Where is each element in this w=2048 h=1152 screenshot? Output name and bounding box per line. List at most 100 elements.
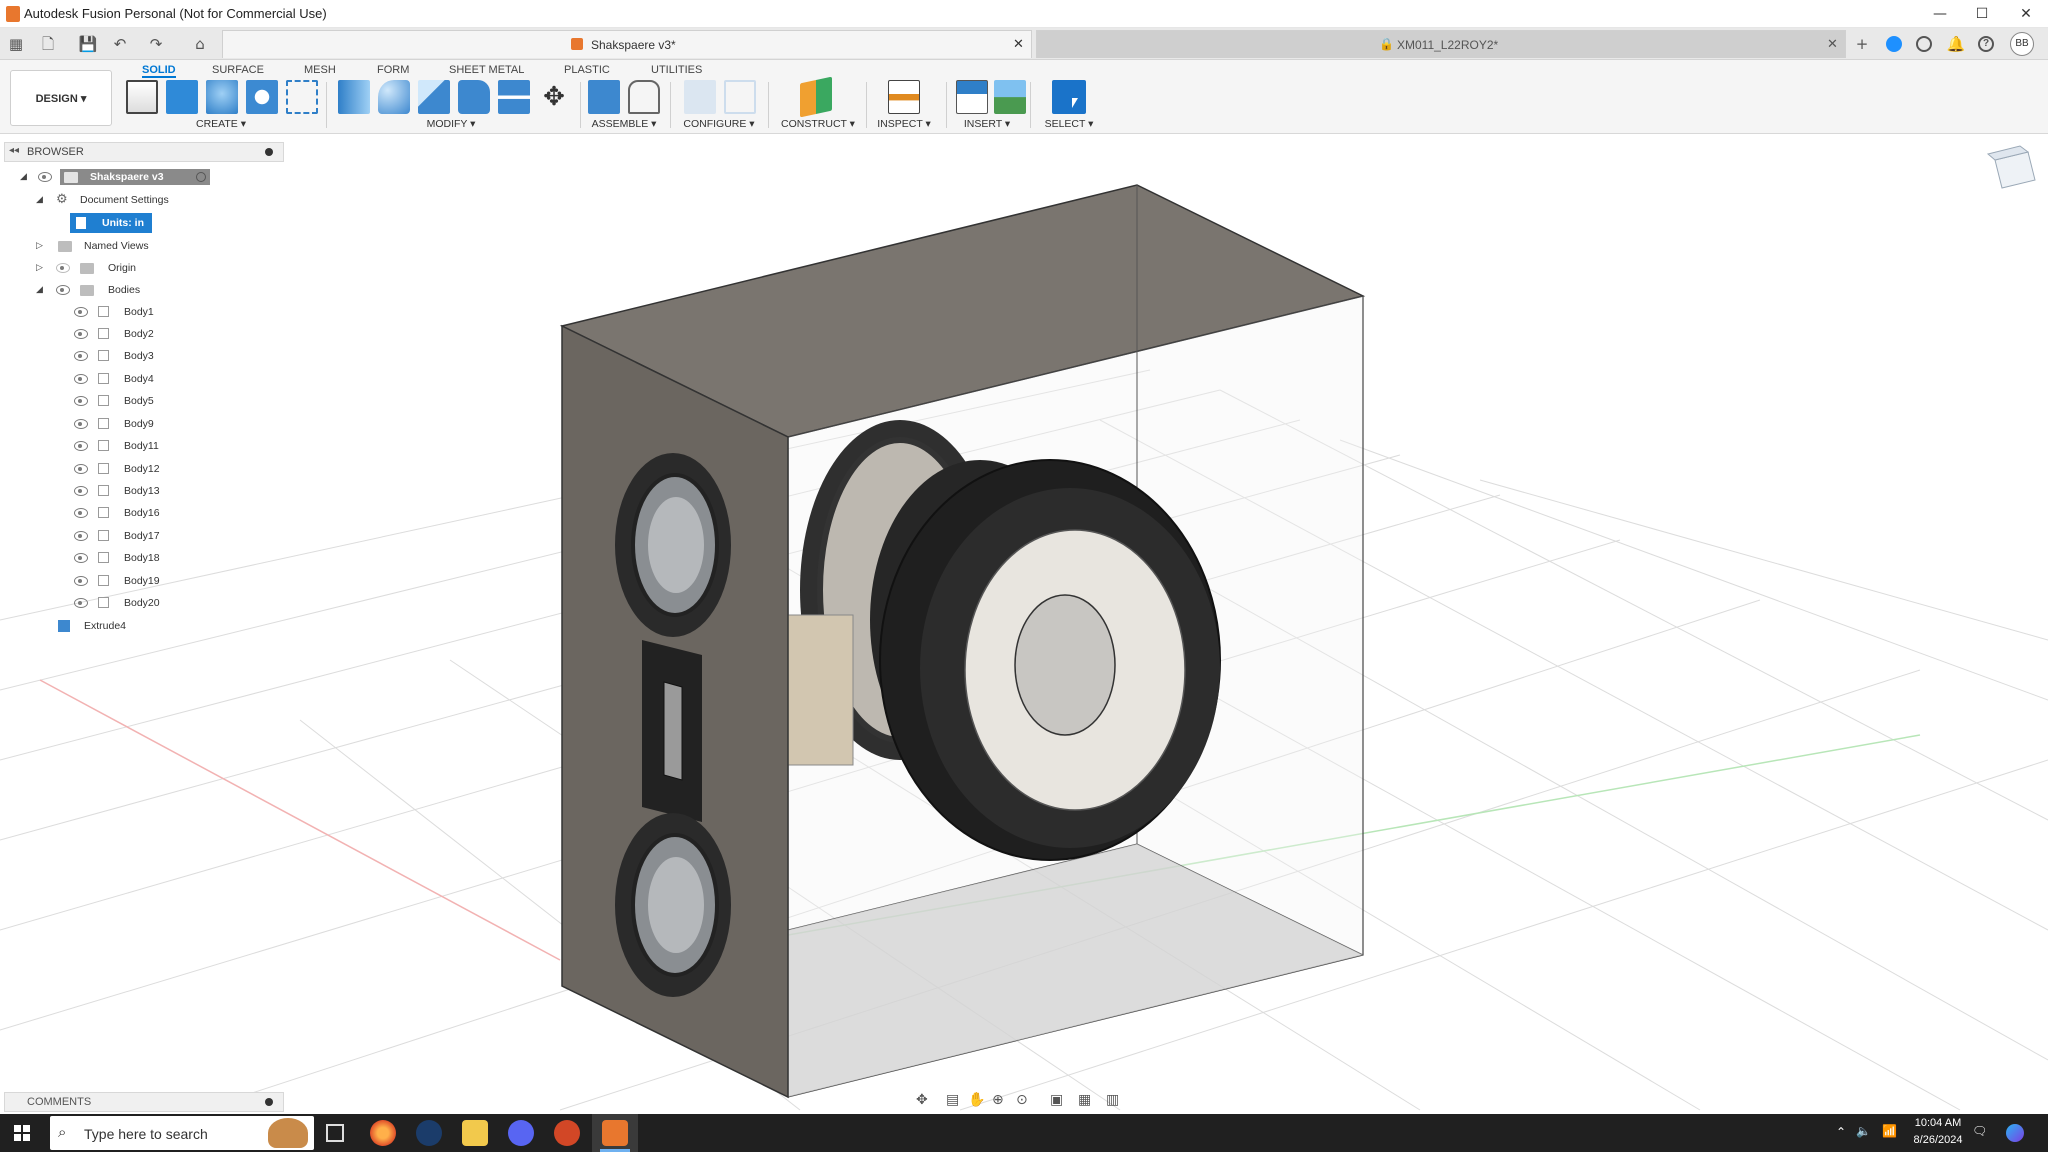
tab-surface[interactable]: SURFACE bbox=[212, 62, 264, 78]
task-view-icon[interactable] bbox=[326, 1124, 344, 1142]
close-tab-icon[interactable]: ✕ bbox=[1013, 36, 1024, 52]
hidden-eye-icon[interactable] bbox=[56, 263, 70, 273]
visibility-eye-icon[interactable] bbox=[74, 329, 88, 339]
browser-pin-icon[interactable] bbox=[265, 148, 273, 156]
tree-body-item[interactable]: Body12 bbox=[74, 459, 174, 479]
close-window-button[interactable]: ✕ bbox=[2012, 4, 2040, 24]
tree-body-item[interactable]: Body4 bbox=[74, 369, 174, 389]
workspace-switcher[interactable]: DESIGN ▾ bbox=[10, 70, 112, 126]
tree-units[interactable]: Units: in bbox=[70, 213, 152, 233]
pan-icon[interactable]: ✋ bbox=[968, 1092, 985, 1108]
tree-body-item[interactable]: Body3 bbox=[74, 346, 174, 366]
tree-named-views[interactable]: ▷ Named Views bbox=[36, 236, 166, 256]
visibility-eye-icon[interactable] bbox=[74, 351, 88, 361]
tree-body-item[interactable]: Body11 bbox=[74, 436, 174, 456]
visibility-eye-icon[interactable] bbox=[74, 464, 88, 474]
assemble-menu[interactable]: ASSEMBLE ▾ bbox=[584, 118, 664, 130]
visibility-eye-icon[interactable] bbox=[38, 172, 52, 182]
visibility-eye-icon[interactable] bbox=[56, 285, 70, 295]
collapsed-arrow-icon[interactable]: ▷ bbox=[36, 236, 43, 256]
jobs-icon[interactable] bbox=[1916, 36, 1932, 52]
clock-time[interactable]: 10:04 AM bbox=[1906, 1117, 1970, 1129]
fit-icon[interactable]: ⊙ bbox=[1016, 1092, 1028, 1108]
copilot-icon[interactable] bbox=[2006, 1124, 2024, 1142]
tree-body-item[interactable]: Body2 bbox=[74, 324, 174, 344]
close-tab-icon[interactable]: ✕ bbox=[1827, 36, 1838, 52]
visibility-eye-icon[interactable] bbox=[74, 374, 88, 384]
move-icon[interactable]: ✥ bbox=[538, 80, 570, 114]
viewports-icon[interactable]: ▥ bbox=[1106, 1092, 1119, 1108]
tree-document-settings[interactable]: ◢ ⚙ Document Settings bbox=[36, 190, 186, 210]
undo-icon[interactable]: ↶ bbox=[110, 34, 130, 54]
steam-icon[interactable] bbox=[416, 1120, 442, 1146]
visibility-eye-icon[interactable] bbox=[74, 419, 88, 429]
insert-derive-icon[interactable] bbox=[956, 80, 988, 114]
pattern-icon[interactable] bbox=[286, 80, 318, 114]
tree-body-item[interactable]: Body1 bbox=[74, 302, 174, 322]
select-icon[interactable] bbox=[1052, 80, 1086, 114]
comments-pin-icon[interactable] bbox=[265, 1098, 273, 1106]
tab-utilities[interactable]: UTILITIES bbox=[651, 62, 702, 78]
activate-radio-icon[interactable] bbox=[196, 172, 206, 182]
powerpoint-icon[interactable] bbox=[554, 1120, 580, 1146]
visibility-eye-icon[interactable] bbox=[74, 396, 88, 406]
visibility-eye-icon[interactable] bbox=[74, 553, 88, 563]
visibility-eye-icon[interactable] bbox=[74, 441, 88, 451]
tree-body-item[interactable]: Body9 bbox=[74, 414, 174, 434]
tab-shakspaere[interactable]: Shakspaere v3* ✕ bbox=[222, 30, 1032, 58]
tab-form[interactable]: FORM bbox=[377, 62, 409, 78]
select-menu[interactable]: SELECT ▾ bbox=[1034, 118, 1104, 130]
tab-plastic[interactable]: PLASTIC bbox=[564, 62, 610, 78]
configure-icon[interactable] bbox=[684, 80, 716, 114]
app-grid-icon[interactable]: ▦ bbox=[6, 34, 26, 54]
save-icon[interactable]: 💾 bbox=[78, 34, 98, 54]
shell-icon[interactable] bbox=[458, 80, 490, 114]
tab-xm011[interactable]: 🔒 XM011_L22ROY2* ✕ bbox=[1036, 30, 1846, 58]
discord-icon[interactable] bbox=[508, 1120, 534, 1146]
tree-body-item[interactable]: Body19 bbox=[74, 571, 174, 591]
home-icon[interactable]: ⌂ bbox=[190, 34, 210, 54]
tree-bodies[interactable]: ◢ Bodies bbox=[36, 280, 166, 300]
notifications-icon[interactable]: 🔔 bbox=[1946, 34, 1966, 54]
windows-start-icon[interactable] bbox=[14, 1125, 30, 1141]
clock-date[interactable]: 8/26/2024 bbox=[1906, 1134, 1970, 1146]
display-settings-icon[interactable]: ▣ bbox=[1050, 1092, 1063, 1108]
new-tab-icon[interactable]: + bbox=[1852, 34, 1872, 54]
fusion-taskbar-icon[interactable] bbox=[602, 1120, 628, 1146]
expanded-arrow-icon[interactable]: ◢ bbox=[20, 167, 27, 187]
grid-settings-icon[interactable]: ▦ bbox=[1078, 1092, 1091, 1108]
insert-menu[interactable]: INSERT ▾ bbox=[950, 118, 1024, 130]
joint-icon[interactable] bbox=[628, 80, 660, 114]
file-explorer-icon[interactable] bbox=[462, 1120, 488, 1146]
user-avatar[interactable]: BB bbox=[2010, 32, 2034, 56]
press-pull-icon[interactable] bbox=[338, 80, 370, 114]
volume-icon[interactable]: 🔈 bbox=[1856, 1124, 1871, 1138]
tree-body-item[interactable]: Body20 bbox=[74, 593, 174, 613]
tree-body-item[interactable]: Body5 bbox=[74, 391, 174, 411]
tree-body-item[interactable]: Body17 bbox=[74, 526, 174, 546]
file-menu-icon[interactable]: 🗋 bbox=[38, 34, 58, 54]
collapse-browser-icon[interactable]: ◂◂ bbox=[9, 145, 19, 156]
tree-body-item[interactable]: Body13 bbox=[74, 481, 174, 501]
visibility-eye-icon[interactable] bbox=[74, 486, 88, 496]
visibility-eye-icon[interactable] bbox=[74, 531, 88, 541]
taskbar-search-box[interactable]: ⌕ Type here to search bbox=[50, 1116, 314, 1150]
tray-overflow-icon[interactable]: ⌃ bbox=[1836, 1125, 1846, 1139]
notification-center-icon[interactable]: 🗨 bbox=[1972, 1124, 1987, 1138]
tree-body-item[interactable]: Body16 bbox=[74, 503, 174, 523]
tree-origin[interactable]: ▷ Origin bbox=[36, 258, 166, 278]
redo-icon[interactable]: ↷ bbox=[146, 34, 166, 54]
inspect-menu[interactable]: INSPECT ▾ bbox=[868, 118, 940, 130]
chamfer-icon[interactable] bbox=[418, 80, 450, 114]
tree-root[interactable]: ◢ Shakspaere v3 bbox=[20, 167, 210, 187]
browser-panel-header[interactable]: ◂◂ BROWSER bbox=[4, 142, 284, 162]
orbit-icon[interactable]: ✥ bbox=[916, 1092, 928, 1108]
tree-extrude[interactable]: Extrude4 bbox=[56, 616, 156, 636]
design-viewport[interactable] bbox=[0, 134, 2048, 1114]
collapsed-arrow-icon[interactable]: ▷ bbox=[36, 258, 43, 278]
modify-menu[interactable]: MODIFY ▾ bbox=[416, 118, 486, 130]
expanded-arrow-icon[interactable]: ◢ bbox=[36, 190, 43, 210]
tab-mesh[interactable]: MESH bbox=[304, 62, 336, 78]
new-component-icon[interactable] bbox=[588, 80, 620, 114]
look-at-icon[interactable]: ▤ bbox=[946, 1092, 959, 1108]
